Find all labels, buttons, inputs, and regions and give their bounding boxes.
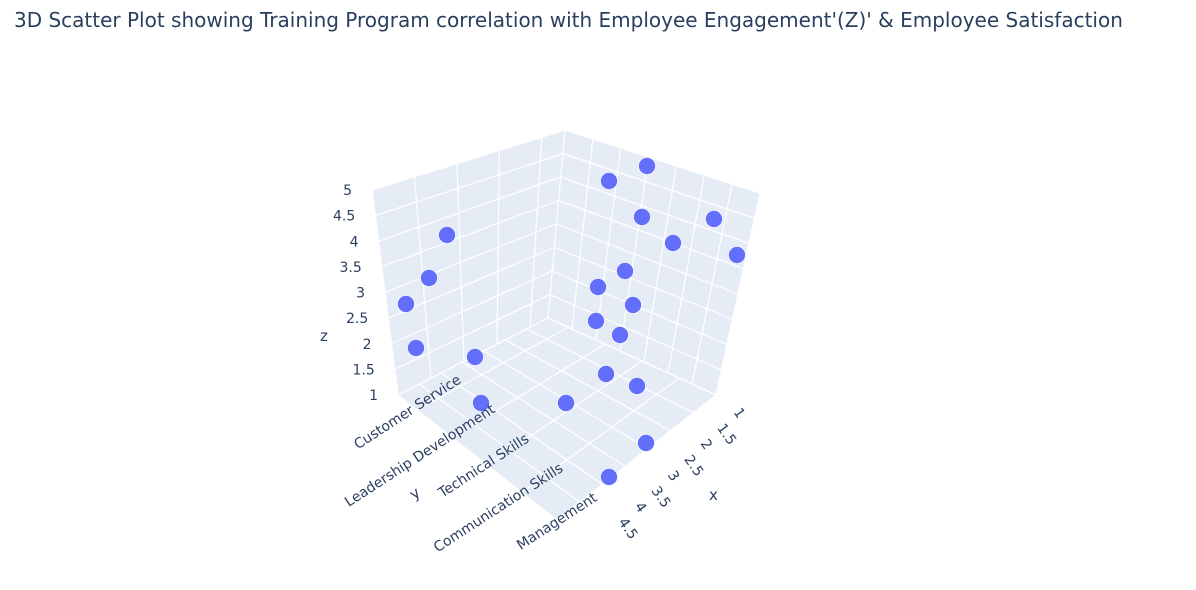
data-point	[611, 326, 629, 344]
data-point	[589, 278, 607, 296]
data-point	[420, 269, 438, 287]
x-tick-label: 2	[697, 437, 715, 453]
z-tick-label: 3.5	[339, 260, 361, 276]
x-axis-title: x	[709, 486, 718, 504]
data-point	[600, 468, 618, 486]
data-point	[466, 348, 484, 366]
z-tick-label: 1.5	[352, 362, 374, 378]
data-point	[705, 210, 723, 228]
data-point	[633, 208, 651, 226]
data-point	[587, 312, 605, 330]
scene	[371, 129, 761, 521]
z-tick-label: 2	[363, 337, 372, 353]
data-point	[628, 377, 646, 395]
z-axis-ticks: 1 1.5 2 2.5 3 3.5 4 4.5 5	[333, 183, 378, 404]
data-point	[664, 234, 682, 252]
z-tick-label: 3	[356, 286, 365, 302]
x-tick-label: 4	[631, 499, 649, 516]
x-tick-label: 2.5	[680, 452, 706, 479]
scatter-3d-chart: 3D Scatter Plot showing Training Program…	[14, 8, 1123, 556]
z-tick-label: 4.5	[333, 209, 355, 225]
x-tick-label: 1	[730, 405, 748, 421]
data-point	[637, 434, 655, 452]
data-point	[638, 157, 656, 175]
z-tick-label: 1	[369, 388, 378, 404]
x-tick-label: 4.5	[615, 515, 641, 542]
data-point	[557, 394, 575, 412]
x-tick-label: 3	[664, 468, 682, 484]
data-point	[397, 295, 415, 313]
x-tick-label: 1.5	[713, 421, 739, 448]
data-point	[728, 246, 746, 264]
z-axis-title: z	[320, 327, 328, 345]
x-tick-label: 3.5	[648, 484, 674, 511]
data-point	[624, 296, 642, 314]
data-point	[438, 226, 456, 244]
z-tick-label: 4	[350, 234, 359, 250]
z-tick-label: 5	[343, 183, 352, 199]
data-point	[407, 339, 425, 357]
data-point	[600, 172, 618, 190]
data-point	[597, 365, 615, 383]
data-point	[616, 262, 634, 280]
chart-title: 3D Scatter Plot showing Training Program…	[14, 8, 1123, 32]
z-tick-label: 2.5	[346, 311, 368, 327]
y-axis-title: y	[406, 483, 424, 503]
